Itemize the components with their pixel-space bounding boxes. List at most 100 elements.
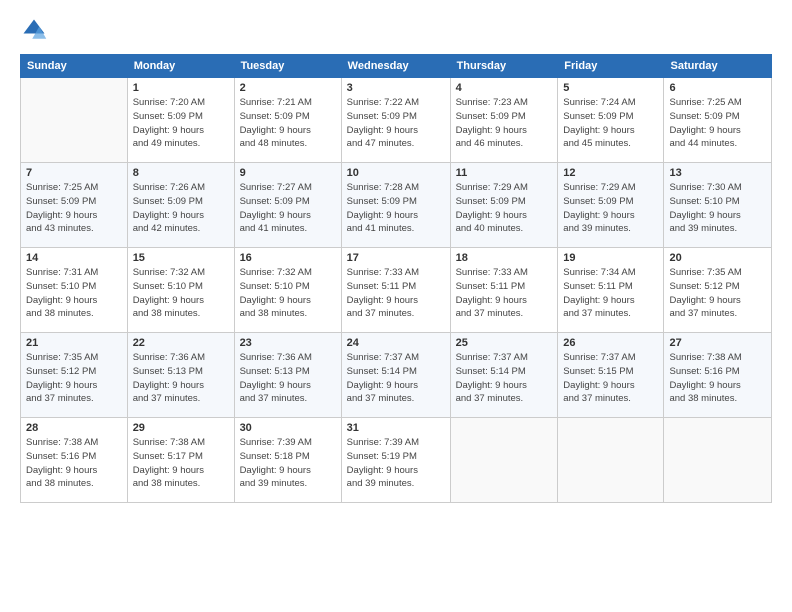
calendar-table: SundayMondayTuesdayWednesdayThursdayFrid… bbox=[20, 54, 772, 503]
header-cell-thursday: Thursday bbox=[450, 55, 558, 78]
day-info: Sunrise: 7:39 AMSunset: 5:19 PMDaylight:… bbox=[347, 436, 445, 491]
day-info: Sunrise: 7:29 AMSunset: 5:09 PMDaylight:… bbox=[456, 181, 553, 236]
day-cell: 3 Sunrise: 7:22 AMSunset: 5:09 PMDaylight… bbox=[341, 78, 450, 163]
day-info: Sunrise: 7:37 AMSunset: 5:14 PMDaylight:… bbox=[347, 351, 445, 406]
day-number: 14 bbox=[26, 252, 122, 264]
header-cell-saturday: Saturday bbox=[664, 55, 772, 78]
day-info: Sunrise: 7:28 AMSunset: 5:09 PMDaylight:… bbox=[347, 181, 445, 236]
day-cell: 10Sunrise: 7:28 AMSunset: 5:09 PMDayligh… bbox=[341, 163, 450, 248]
day-cell: 14 Sunrise: 7:31 AMSunset: 5:10 PMDayligh… bbox=[21, 248, 128, 333]
day-cell: 4 Sunrise: 7:23 AMSunset: 5:09 PMDaylight… bbox=[450, 78, 558, 163]
day-info: Sunrise: 7:33 AMSunset: 5:11 PMDaylight:… bbox=[456, 266, 553, 321]
day-number: 23 bbox=[240, 337, 336, 349]
day-info: Sunrise: 7:36 AMSunset: 5:13 PMDaylight:… bbox=[240, 351, 336, 406]
day-number: 13 bbox=[669, 167, 766, 179]
day-number: 18 bbox=[456, 252, 553, 264]
day-number: 19 bbox=[563, 252, 658, 264]
day-cell: 26 Sunrise: 7:37 AMSunset: 5:15 PMDayligh… bbox=[558, 333, 664, 418]
day-cell: 19Sunrise: 7:34 AMSunset: 5:11 PMDayligh… bbox=[558, 248, 664, 333]
day-cell: 17 Sunrise: 7:33 AMSunset: 5:11 PMDayligh… bbox=[341, 248, 450, 333]
day-info: Sunrise: 7:38 AMSunset: 5:16 PMDaylight:… bbox=[669, 351, 766, 406]
day-cell bbox=[664, 418, 772, 503]
day-info: Sunrise: 7:24 AMSunset: 5:09 PMDaylight:… bbox=[563, 96, 658, 151]
calendar-page: SundayMondayTuesdayWednesdayThursdayFrid… bbox=[0, 0, 792, 612]
day-number: 25 bbox=[456, 337, 553, 349]
day-info: Sunrise: 7:37 AMSunset: 5:15 PMDaylight:… bbox=[563, 351, 658, 406]
day-cell: 30Sunrise: 7:39 AMSunset: 5:18 PMDayligh… bbox=[234, 418, 341, 503]
day-number: 27 bbox=[669, 337, 766, 349]
day-cell: 5 Sunrise: 7:24 AMSunset: 5:09 PMDaylight… bbox=[558, 78, 664, 163]
day-number: 12 bbox=[563, 167, 658, 179]
day-cell: 22 Sunrise: 7:36 AMSunset: 5:13 PMDayligh… bbox=[127, 333, 234, 418]
calendar-header: SundayMondayTuesdayWednesdayThursdayFrid… bbox=[21, 55, 772, 78]
day-info: Sunrise: 7:21 AMSunset: 5:09 PMDaylight:… bbox=[240, 96, 336, 151]
day-number: 16 bbox=[240, 252, 336, 264]
day-number: 28 bbox=[26, 422, 122, 434]
day-info: Sunrise: 7:39 AMSunset: 5:18 PMDaylight:… bbox=[240, 436, 336, 491]
week-row-5: 28Sunrise: 7:38 AMSunset: 5:16 PMDayligh… bbox=[21, 418, 772, 503]
day-cell: 21 Sunrise: 7:35 AMSunset: 5:12 PMDayligh… bbox=[21, 333, 128, 418]
day-info: Sunrise: 7:27 AMSunset: 5:09 PMDaylight:… bbox=[240, 181, 336, 236]
day-cell: 20Sunrise: 7:35 AMSunset: 5:12 PMDayligh… bbox=[664, 248, 772, 333]
day-number: 1 bbox=[133, 82, 229, 94]
day-number: 6 bbox=[669, 82, 766, 94]
day-cell bbox=[21, 78, 128, 163]
week-row-1: 1 Sunrise: 7:20 AMSunset: 5:09 PMDaylight… bbox=[21, 78, 772, 163]
day-info: Sunrise: 7:37 AMSunset: 5:14 PMDaylight:… bbox=[456, 351, 553, 406]
day-number: 8 bbox=[133, 167, 229, 179]
day-info: Sunrise: 7:22 AMSunset: 5:09 PMDaylight:… bbox=[347, 96, 445, 151]
day-number: 24 bbox=[347, 337, 445, 349]
day-cell bbox=[558, 418, 664, 503]
day-cell: 2 Sunrise: 7:21 AMSunset: 5:09 PMDaylight… bbox=[234, 78, 341, 163]
day-number: 4 bbox=[456, 82, 553, 94]
day-number: 2 bbox=[240, 82, 336, 94]
day-number: 21 bbox=[26, 337, 122, 349]
day-cell: 29 Sunrise: 7:38 AMSunset: 5:17 PMDayligh… bbox=[127, 418, 234, 503]
day-number: 26 bbox=[563, 337, 658, 349]
day-number: 5 bbox=[563, 82, 658, 94]
day-info: Sunrise: 7:26 AMSunset: 5:09 PMDaylight:… bbox=[133, 181, 229, 236]
day-number: 17 bbox=[347, 252, 445, 264]
logo bbox=[20, 16, 52, 44]
day-info: Sunrise: 7:38 AMSunset: 5:17 PMDaylight:… bbox=[133, 436, 229, 491]
day-cell: 13 Sunrise: 7:30 AMSunset: 5:10 PMDayligh… bbox=[664, 163, 772, 248]
day-cell: 8 Sunrise: 7:26 AMSunset: 5:09 PMDaylight… bbox=[127, 163, 234, 248]
day-info: Sunrise: 7:25 AMSunset: 5:09 PMDaylight:… bbox=[26, 181, 122, 236]
day-cell: 9 Sunrise: 7:27 AMSunset: 5:09 PMDaylight… bbox=[234, 163, 341, 248]
day-cell: 25 Sunrise: 7:37 AMSunset: 5:14 PMDayligh… bbox=[450, 333, 558, 418]
week-row-4: 21 Sunrise: 7:35 AMSunset: 5:12 PMDayligh… bbox=[21, 333, 772, 418]
day-info: Sunrise: 7:25 AMSunset: 5:09 PMDaylight:… bbox=[669, 96, 766, 151]
day-cell: 7Sunrise: 7:25 AMSunset: 5:09 PMDaylight… bbox=[21, 163, 128, 248]
day-number: 29 bbox=[133, 422, 229, 434]
day-cell: 16 Sunrise: 7:32 AMSunset: 5:10 PMDayligh… bbox=[234, 248, 341, 333]
day-cell bbox=[450, 418, 558, 503]
day-info: Sunrise: 7:36 AMSunset: 5:13 PMDaylight:… bbox=[133, 351, 229, 406]
header-cell-monday: Monday bbox=[127, 55, 234, 78]
day-cell: 27 Sunrise: 7:38 AMSunset: 5:16 PMDayligh… bbox=[664, 333, 772, 418]
day-number: 9 bbox=[240, 167, 336, 179]
header-row: SundayMondayTuesdayWednesdayThursdayFrid… bbox=[21, 55, 772, 78]
day-info: Sunrise: 7:23 AMSunset: 5:09 PMDaylight:… bbox=[456, 96, 553, 151]
day-info: Sunrise: 7:30 AMSunset: 5:10 PMDaylight:… bbox=[669, 181, 766, 236]
day-number: 20 bbox=[669, 252, 766, 264]
day-cell: 28Sunrise: 7:38 AMSunset: 5:16 PMDayligh… bbox=[21, 418, 128, 503]
day-info: Sunrise: 7:35 AMSunset: 5:12 PMDaylight:… bbox=[26, 351, 122, 406]
day-number: 22 bbox=[133, 337, 229, 349]
header-cell-wednesday: Wednesday bbox=[341, 55, 450, 78]
day-number: 3 bbox=[347, 82, 445, 94]
day-info: Sunrise: 7:33 AMSunset: 5:11 PMDaylight:… bbox=[347, 266, 445, 321]
calendar-body: 1 Sunrise: 7:20 AMSunset: 5:09 PMDaylight… bbox=[21, 78, 772, 503]
day-cell: 15Sunrise: 7:32 AMSunset: 5:10 PMDayligh… bbox=[127, 248, 234, 333]
day-cell: 23 Sunrise: 7:36 AMSunset: 5:13 PMDayligh… bbox=[234, 333, 341, 418]
day-info: Sunrise: 7:29 AMSunset: 5:09 PMDaylight:… bbox=[563, 181, 658, 236]
week-row-2: 7Sunrise: 7:25 AMSunset: 5:09 PMDaylight… bbox=[21, 163, 772, 248]
day-info: Sunrise: 7:31 AMSunset: 5:10 PMDaylight:… bbox=[26, 266, 122, 321]
day-number: 11 bbox=[456, 167, 553, 179]
day-cell: 31 Sunrise: 7:39 AMSunset: 5:19 PMDayligh… bbox=[341, 418, 450, 503]
day-cell: 12 Sunrise: 7:29 AMSunset: 5:09 PMDayligh… bbox=[558, 163, 664, 248]
day-info: Sunrise: 7:32 AMSunset: 5:10 PMDaylight:… bbox=[240, 266, 336, 321]
day-number: 31 bbox=[347, 422, 445, 434]
day-cell: 18 Sunrise: 7:33 AMSunset: 5:11 PMDayligh… bbox=[450, 248, 558, 333]
day-cell: 1 Sunrise: 7:20 AMSunset: 5:09 PMDaylight… bbox=[127, 78, 234, 163]
day-info: Sunrise: 7:20 AMSunset: 5:09 PMDaylight:… bbox=[133, 96, 229, 151]
